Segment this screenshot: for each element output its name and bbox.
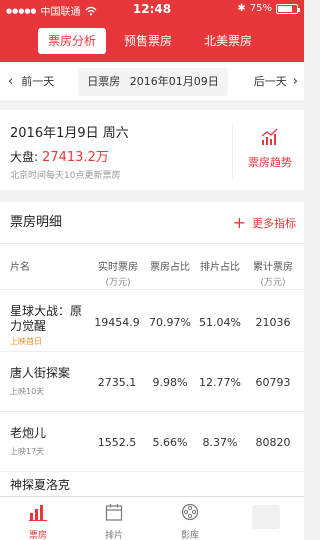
top-bar: ●●●●● 中国联通 12:48 ✱ 75% 票房分析 预售票房 北美票房 xyxy=(0,0,304,62)
previous-day-button[interactable]: ‹ 前一天 xyxy=(8,62,54,102)
table-row[interactable]: 老炮儿 上映17天 1552.5 5.66% 8.37% 80820 xyxy=(0,412,304,472)
tab-presale-box-office[interactable]: 预售票房 xyxy=(106,28,190,54)
box-office-share: 9.98% xyxy=(152,376,188,389)
battery-icon xyxy=(276,3,300,14)
next-day-button[interactable]: 后一天 › xyxy=(254,62,298,102)
detail-title: 票房明细 xyxy=(10,215,63,230)
battery-label: 75% xyxy=(249,3,272,14)
screening-share: 12.77% xyxy=(199,376,241,389)
trend-chart-icon xyxy=(261,128,278,145)
box-office-share: 5.66% xyxy=(152,436,188,449)
bluetooth-icon: ✱ xyxy=(237,3,246,14)
calendar-icon xyxy=(105,504,123,521)
col-total: 累计票房 (万元) xyxy=(246,258,300,288)
table-header: 片名 实时票房 (万元) 票房占比 排片占比 累计票房 (万元) xyxy=(0,244,304,290)
detail-header: 票房明细 + 更多指标 xyxy=(0,202,304,244)
tab-film-library-label: 影库 xyxy=(180,531,199,540)
top-segmented-control: 票房分析 预售票房 北美票房 xyxy=(38,28,266,54)
tab-box-office-analysis[interactable]: 票房分析 xyxy=(38,28,106,54)
bottom-tab-bar: 票房 排片 影库 xyxy=(0,496,304,540)
total-box-office-value: 60793 xyxy=(255,376,291,389)
trend-label: 票房趋势 xyxy=(248,156,292,169)
chevron-left-icon: ‹ xyxy=(8,74,14,89)
col-realtime-unit: (万元) xyxy=(105,278,131,288)
table-row[interactable]: 星球大战：原力觉醒 上映首日 19454.9 70.97% 51.04% 210… xyxy=(0,290,304,352)
next-day-label: 后一天 xyxy=(253,75,287,88)
table-row[interactable]: 唐人街探案 上映10天 2735.1 9.98% 12.77% 60793 xyxy=(0,352,304,412)
release-status: 上映17天 xyxy=(10,447,45,456)
col-realtime: 实时票房 (万元) xyxy=(90,258,146,288)
divider xyxy=(232,124,233,178)
date-picker[interactable]: 日票房 2016年01月09日 xyxy=(78,68,228,96)
realtime-box-office: 19454.9 xyxy=(94,316,140,329)
tab-blank[interactable] xyxy=(228,497,304,540)
col-total-unit: (万元) xyxy=(260,278,286,288)
film-reel-icon xyxy=(181,503,199,521)
movie-title: 星球大战：原力觉醒 xyxy=(10,304,83,333)
total-label: 大盘: xyxy=(10,150,39,164)
total-box-office: 大盘: 27413.2万 xyxy=(10,146,109,165)
release-status: 上映10天 xyxy=(10,387,45,396)
col-total-label: 累计票房 xyxy=(253,262,293,273)
realtime-box-office: 2735.1 xyxy=(97,376,137,389)
total-value: 27413.2万 xyxy=(42,150,109,165)
tab-schedule[interactable]: 排片 xyxy=(76,497,152,540)
total-box-office-value: 80820 xyxy=(255,436,291,449)
more-metrics-label: 更多指标 xyxy=(252,217,296,230)
col-name: 片名 xyxy=(10,262,30,273)
tab-north-america-box-office[interactable]: 北美票房 xyxy=(190,28,266,54)
screening-share: 8.37% xyxy=(202,436,238,449)
movie-title: 老炮儿 xyxy=(10,426,47,440)
screening-share: 51.04% xyxy=(199,316,241,329)
movie-title: 唐人街探案 xyxy=(10,366,71,380)
tab-box-office[interactable]: 票房 xyxy=(0,497,76,540)
summary-card: 2016年1月9日 周六 大盘: 27413.2万 北京时间每天10点更新票房 票… xyxy=(0,110,304,190)
tab-blank-placeholder xyxy=(252,505,280,529)
total-box-office-value: 21036 xyxy=(255,316,291,329)
release-status: 上映首日 xyxy=(10,337,42,346)
date-navigation: ‹ 前一天 日票房 2016年01月09日 后一天 › xyxy=(0,62,304,102)
date-value: 2016年01月09日 xyxy=(129,75,219,88)
col-share: 票房占比 xyxy=(150,262,190,273)
chevron-right-icon: › xyxy=(292,74,298,89)
box-office-trend-button[interactable]: 票房趋势 xyxy=(240,128,300,170)
col-realtime-label: 实时票房 xyxy=(98,262,138,273)
tab-film-library[interactable]: 影库 xyxy=(152,497,228,540)
box-office-share: 70.97% xyxy=(149,316,191,329)
col-seat-share: 排片占比 xyxy=(200,262,240,273)
tab-schedule-label: 排片 xyxy=(104,531,123,540)
realtime-box-office: 1552.5 xyxy=(97,436,137,449)
status-right: ✱ 75% xyxy=(237,3,300,14)
tab-box-office-label: 票房 xyxy=(28,531,47,540)
status-bar: ●●●●● 中国联通 12:48 ✱ 75% xyxy=(0,0,304,20)
box-office-table: 星球大战：原力觉醒 上映首日 19454.9 70.97% 51.04% 210… xyxy=(0,290,304,512)
previous-day-label: 前一天 xyxy=(21,75,55,88)
movie-title: 神探夏洛克 xyxy=(10,478,71,492)
summary-date: 2016年1月9日 周六 xyxy=(10,126,129,141)
more-metrics-button[interactable]: + 更多指标 xyxy=(233,202,296,244)
update-note: 北京时间每天10点更新票房 xyxy=(10,171,121,181)
date-type-label: 日票房 xyxy=(87,75,121,88)
bar-chart-icon xyxy=(29,505,47,521)
plus-icon: + xyxy=(232,213,246,232)
